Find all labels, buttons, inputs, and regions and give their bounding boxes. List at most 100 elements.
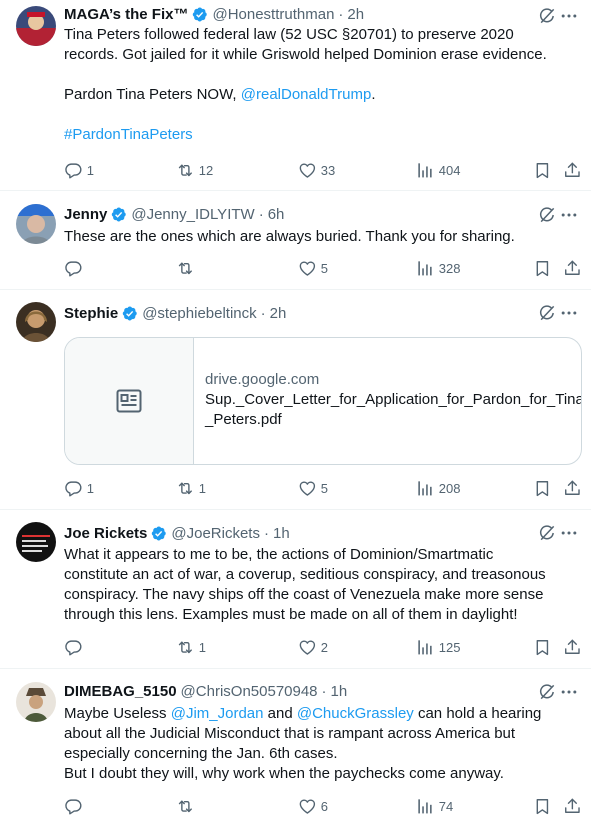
action-bar: 1 1 5 208 <box>64 478 579 498</box>
user-handle[interactable]: @stephiebeltinck <box>142 305 256 322</box>
like-button[interactable]: 2 <box>298 637 328 657</box>
heart-icon <box>298 638 317 657</box>
display-name[interactable]: Stephie <box>64 305 118 322</box>
grok-icon[interactable] <box>537 205 557 225</box>
bookmark-button[interactable] <box>533 258 552 278</box>
views-button[interactable]: 328 <box>416 258 460 278</box>
reply-button[interactable]: 1 <box>64 478 94 498</box>
user-handle[interactable]: @ChrisOn50570948 <box>181 683 318 700</box>
link-card-title: _Peters.pdf <box>205 411 282 428</box>
repost-icon <box>176 797 195 816</box>
timestamp[interactable]: 2h <box>270 305 287 322</box>
avatar[interactable] <box>16 302 56 342</box>
user-handle[interactable]: @Jenny_IDLYITW <box>131 206 254 223</box>
separator-dot: · <box>260 304 266 322</box>
repost-button[interactable]: 12 <box>176 160 213 180</box>
reply-button[interactable]: 1 <box>64 160 94 180</box>
views-button[interactable]: 74 <box>416 796 453 816</box>
timestamp[interactable]: 6h <box>268 206 285 223</box>
repost-count: 12 <box>198 162 214 178</box>
post-text: Maybe Useless @Jim_Jordan and @ChuckGras… <box>64 704 577 784</box>
more-options-icon[interactable] <box>559 6 579 26</box>
timestamp[interactable]: 2h <box>347 6 364 23</box>
repost-button[interactable] <box>176 258 199 278</box>
view-count: 328 <box>438 260 461 276</box>
like-count: 5 <box>320 480 328 496</box>
grok-icon[interactable] <box>537 523 557 543</box>
share-icon <box>563 161 582 180</box>
grok-icon[interactable] <box>537 682 557 702</box>
text-line: through this lens. Examples must be made… <box>64 606 518 623</box>
text-segment: and <box>263 705 297 722</box>
bookmark-button[interactable] <box>533 796 552 816</box>
like-count: 2 <box>320 639 328 655</box>
bookmark-button[interactable] <box>533 160 552 180</box>
views-button[interactable]: 208 <box>416 478 460 498</box>
bookmark-icon <box>533 259 552 278</box>
timestamp[interactable]: 1h <box>331 683 348 700</box>
heart-icon <box>298 161 317 180</box>
views-icon <box>416 479 435 498</box>
link-card[interactable]: drive.google.com Sup._Cover_Letter_for_A… <box>64 337 582 465</box>
views-button[interactable]: 125 <box>416 637 460 657</box>
repost-button[interactable]: 1 <box>176 478 206 498</box>
post[interactable]: DIMEBAG_5150 @ChrisOn50570948 · 1h Maybe… <box>0 669 591 827</box>
link-card-body: drive.google.com Sup._Cover_Letter_for_A… <box>205 370 581 430</box>
post[interactable]: Joe Rickets @JoeRickets · 1h What it app… <box>0 510 591 669</box>
verified-badge-icon <box>150 525 167 542</box>
more-options-icon[interactable] <box>559 303 579 323</box>
avatar[interactable] <box>16 682 56 722</box>
link-card-domain: drive.google.com <box>205 371 320 388</box>
text-line: Pardon Tina Peters NOW, @realDonaldTrump… <box>64 85 577 105</box>
reply-button[interactable] <box>64 796 87 816</box>
repost-button[interactable]: 1 <box>176 637 206 657</box>
post[interactable]: MAGA’s the Fix™ @Honesttruthman · 2h Tin… <box>0 0 591 191</box>
mention-link[interactable]: @Jim_Jordan <box>171 705 264 722</box>
share-button[interactable] <box>563 796 582 816</box>
user-handle[interactable]: @Honesttruthman <box>212 6 334 23</box>
share-button[interactable] <box>563 258 582 278</box>
timestamp[interactable]: 1h <box>273 525 290 542</box>
post[interactable]: Stephie @stephiebeltinck · 2h drive.goog… <box>0 290 591 510</box>
display-name[interactable]: Joe Rickets <box>64 525 147 542</box>
mention-link[interactable]: @ChuckGrassley <box>297 705 414 722</box>
user-handle[interactable]: @JoeRickets <box>171 525 260 542</box>
like-button[interactable]: 5 <box>298 258 328 278</box>
reply-button[interactable] <box>64 258 87 278</box>
bookmark-button[interactable] <box>533 478 552 498</box>
action-bar: 6 74 <box>64 796 579 816</box>
heart-icon <box>298 259 317 278</box>
share-button[interactable] <box>563 478 582 498</box>
display-name[interactable]: DIMEBAG_5150 <box>64 683 177 700</box>
mention-link[interactable]: @realDonaldTrump <box>241 86 372 103</box>
share-button[interactable] <box>563 637 582 657</box>
post[interactable]: Jenny @Jenny_IDLYITW · 6h These are the … <box>0 191 591 290</box>
separator-dot: · <box>263 524 269 542</box>
views-icon <box>416 638 435 657</box>
grok-icon[interactable] <box>537 6 557 26</box>
display-name[interactable]: Jenny <box>64 206 107 223</box>
more-options-icon[interactable] <box>559 682 579 702</box>
display-name[interactable]: MAGA’s the Fix™ <box>64 6 188 23</box>
grok-icon[interactable] <box>537 303 557 323</box>
hashtag-link[interactable]: #PardonTinaPeters <box>64 126 193 143</box>
share-button[interactable] <box>563 160 582 180</box>
bookmark-button[interactable] <box>533 637 552 657</box>
reply-icon <box>64 797 83 816</box>
like-button[interactable]: 6 <box>298 796 328 816</box>
avatar[interactable] <box>16 6 56 46</box>
reply-button[interactable] <box>64 637 87 657</box>
view-count: 74 <box>438 798 454 814</box>
verified-badge-icon <box>110 206 127 223</box>
repost-button[interactable] <box>176 796 199 816</box>
view-count: 125 <box>438 639 461 655</box>
view-count: 208 <box>438 480 461 496</box>
avatar[interactable] <box>16 204 56 244</box>
like-button[interactable]: 5 <box>298 478 328 498</box>
more-options-icon[interactable] <box>559 523 579 543</box>
avatar[interactable] <box>16 522 56 562</box>
views-button[interactable]: 404 <box>416 160 460 180</box>
text-line: These are the ones which are always buri… <box>64 228 515 245</box>
more-options-icon[interactable] <box>559 205 579 225</box>
like-button[interactable]: 33 <box>298 160 335 180</box>
